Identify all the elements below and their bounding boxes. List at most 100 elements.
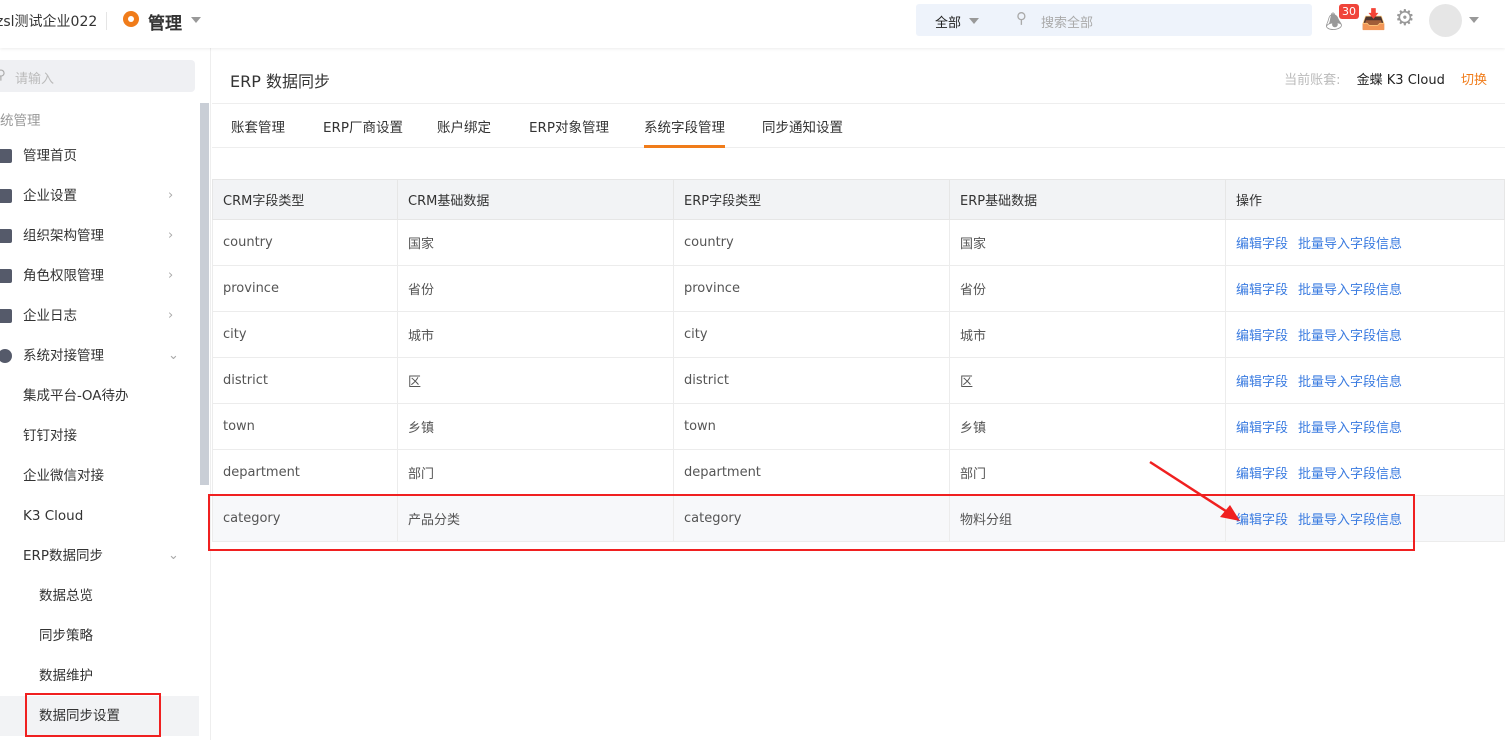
sidebar-item-k3cloud[interactable]: K3 Cloud (0, 496, 199, 536)
inbox-icon[interactable]: 📥 (1361, 7, 1386, 31)
account-value: 金蝶 K3 Cloud (1356, 73, 1445, 88)
org-chart-icon (0, 229, 12, 243)
table-cell: province (212, 265, 398, 312)
tab-account-sets[interactable]: 账套管理 (231, 116, 285, 136)
divider (106, 12, 107, 30)
sidebar-item-strategy[interactable]: 同步策略 (0, 616, 199, 656)
batch-import-link[interactable]: 批量导入字段信息 (1298, 329, 1402, 344)
actions-cell: 编辑字段 批量导入字段信息 (1225, 403, 1505, 450)
actions-cell: 编辑字段 批量导入字段信息 (1225, 449, 1505, 496)
sidebar-item-roles[interactable]: 角色权限管理 › (0, 256, 199, 296)
actions-cell: 编辑字段 批量导入字段信息 (1225, 311, 1505, 358)
table-cell: country (673, 219, 950, 266)
table-cell: city (212, 311, 398, 358)
log-icon (0, 309, 12, 323)
table-cell: town (673, 403, 950, 450)
chevron-down-icon[interactable] (191, 17, 201, 23)
edit-field-link[interactable]: 编辑字段 (1236, 375, 1288, 390)
actions-cell: 编辑字段 批量导入字段信息 (1225, 357, 1505, 404)
chevron-down-icon: ⌄ (168, 548, 179, 563)
label: ERP数据同步 (23, 548, 104, 564)
col-header: CRM字段类型 (212, 179, 398, 220)
chevron-right-icon: › (168, 268, 174, 283)
table-row: district 区 district 区编辑字段 批量导入字段信息 (212, 357, 1505, 404)
chevron-right-icon: › (168, 308, 174, 323)
search-scope-select[interactable]: 全部 (935, 12, 961, 31)
company-name[interactable]: zsl测试企业022 (0, 11, 97, 31)
sidebar-item-dingtalk[interactable]: 钉钉对接 (0, 416, 199, 456)
global-search[interactable]: 全部 ⚲ 搜索全部 (916, 4, 1312, 36)
tab-bar: 账套管理 ERP厂商设置 账户绑定 ERP对象管理 系统字段管理 同步通知设置 (212, 103, 1505, 148)
label: 系统对接管理 (23, 348, 104, 364)
table-cell: 城市 (397, 311, 674, 358)
batch-import-link[interactable]: 批量导入字段信息 (1298, 283, 1402, 298)
table-row: town 乡镇 town 乡镇 编辑字段 批量导入字段信息 (212, 403, 1505, 450)
sidebar-item-erp-sync[interactable]: ERP数据同步 ⌄ (0, 536, 199, 576)
tab-account-binding[interactable]: 账户绑定 (437, 116, 491, 136)
tab-system-fields[interactable]: 系统字段管理 (644, 116, 725, 148)
sidebar-item-wecom[interactable]: 企业微信对接 (0, 456, 199, 496)
chevron-down-icon[interactable] (1469, 17, 1479, 23)
sidebar-item-home[interactable]: 管理首页 (0, 136, 199, 176)
arrow-annotation (1149, 460, 1240, 521)
table-row: city 城市 city 城市 编辑字段 批量导入字段信息 (212, 311, 1505, 358)
col-header: CRM基础数据 (397, 179, 674, 220)
sidebar-item-maintenance[interactable]: 数据维护 (0, 656, 199, 696)
sidebar-scrollbar[interactable] (200, 103, 209, 485)
tab-erp-vendor[interactable]: ERP厂商设置 (323, 116, 403, 136)
batch-import-link[interactable]: 批量导入字段信息 (1298, 375, 1402, 390)
table-cell: department (673, 449, 950, 496)
search-icon: ⚲ (1016, 9, 1027, 27)
sidebar-item-company-settings[interactable]: 企业设置 › (0, 176, 199, 216)
sidebar-item-logs[interactable]: 企业日志 › (0, 296, 199, 336)
table-cell: 国家 (397, 219, 674, 266)
table-cell: town (212, 403, 398, 450)
label: 组织架构管理 (23, 228, 104, 244)
table-header: CRM字段类型 CRM基础数据 ERP字段类型 ERP基础数据 操作 (212, 179, 1505, 220)
actions-cell: 编辑字段 批量导入字段信息 (1225, 219, 1505, 266)
table-cell: 省份 (949, 265, 1226, 312)
table-cell: 省份 (397, 265, 674, 312)
account-label: 当前账套: (1284, 73, 1341, 88)
company-settings-icon (0, 189, 12, 203)
avatar[interactable] (1429, 4, 1462, 37)
section-title: 统管理 (0, 113, 41, 129)
edit-field-link[interactable]: 编辑字段 (1236, 329, 1288, 344)
sidebar-search-input[interactable]: ⚲ 请输入 (0, 60, 195, 92)
table-cell: country (212, 219, 398, 266)
batch-import-link[interactable]: 批量导入字段信息 (1298, 237, 1402, 252)
batch-import-link[interactable]: 批量导入字段信息 (1298, 421, 1402, 436)
table-cell: 乡镇 (397, 403, 674, 450)
user-card-icon (0, 269, 12, 283)
settings-icon[interactable]: ⚙ (1395, 6, 1415, 31)
account-info: 当前账套: 金蝶 K3 Cloud 切换 (1284, 69, 1487, 88)
page-title: ERP 数据同步 (230, 72, 330, 91)
table-cell: 城市 (949, 311, 1226, 358)
tab-erp-objects[interactable]: ERP对象管理 (529, 116, 609, 136)
tab-sync-notify[interactable]: 同步通知设置 (762, 116, 843, 136)
label: 角色权限管理 (23, 268, 104, 284)
sidebar-item-integration[interactable]: 系统对接管理 ⌄ (0, 336, 199, 376)
table-row: department 部门 department 部门 编辑字段 批量导入字段信息 (212, 449, 1505, 496)
chevron-down-icon[interactable] (969, 18, 979, 24)
main-content: ERP 数据同步 当前账套: 金蝶 K3 Cloud 切换 账套管理 ERP厂商… (212, 48, 1505, 740)
label: 企业日志 (23, 308, 77, 324)
batch-import-link[interactable]: 批量导入字段信息 (1298, 467, 1402, 482)
sidebar-item-org[interactable]: 组织架构管理 › (0, 216, 199, 256)
sidebar-item-oa[interactable]: 集成平台-OA待办 (0, 376, 199, 416)
edit-field-link[interactable]: 编辑字段 (1236, 283, 1288, 298)
search-input[interactable]: 搜索全部 (1041, 12, 1093, 31)
edit-field-link[interactable]: 编辑字段 (1236, 421, 1288, 436)
table-cell: 国家 (949, 219, 1226, 266)
link-icon (0, 349, 12, 363)
edit-field-link[interactable]: 编辑字段 (1236, 237, 1288, 252)
table-cell: city (673, 311, 950, 358)
sidebar-item-overview[interactable]: 数据总览 (0, 576, 199, 616)
module-name[interactable]: 管理 (148, 9, 182, 34)
highlight-box (25, 693, 161, 737)
search-placeholder: 请输入 (15, 72, 55, 87)
sidebar: ⚲ 请输入 统管理 管理首页 企业设置 › 组织架构管理 › 角色权限管理 › 企业日… (0, 48, 211, 740)
home-icon (0, 149, 12, 163)
table-cell: 部门 (397, 449, 674, 496)
switch-link[interactable]: 切换 (1461, 73, 1487, 88)
